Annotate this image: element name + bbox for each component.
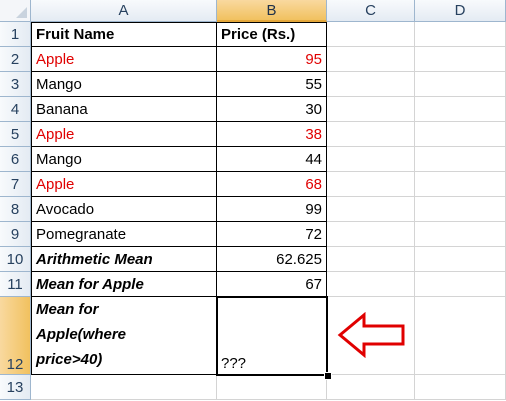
cell-b1[interactable]: Price (Rs.) [217, 22, 327, 47]
row-header-9[interactable]: 9 [0, 222, 31, 247]
cell-c10[interactable] [327, 247, 415, 272]
cell-b3[interactable]: 55 [217, 72, 327, 97]
cell-b11[interactable]: 67 [217, 272, 327, 297]
cell-b7[interactable]: 68 [217, 172, 327, 197]
column-header-a[interactable]: A [31, 0, 217, 22]
row-header-10[interactable]: 10 [0, 247, 31, 272]
cell-b12[interactable]: ??? [217, 297, 327, 375]
cell-d8[interactable] [415, 197, 506, 222]
cell-b9[interactable]: 72 [217, 222, 327, 247]
cell-a10[interactable]: Arithmetic Mean [31, 247, 217, 272]
cell-d5[interactable] [415, 122, 506, 147]
cell-b8[interactable]: 99 [217, 197, 327, 222]
cell-d9[interactable] [415, 222, 506, 247]
cell-d13[interactable] [415, 375, 506, 400]
cell-b5[interactable]: 38 [217, 122, 327, 147]
cell-d10[interactable] [415, 247, 506, 272]
row-header-1[interactable]: 1 [0, 22, 31, 47]
cell-a11[interactable]: Mean for Apple [31, 272, 217, 297]
column-header-d[interactable]: D [415, 0, 506, 22]
cell-c13[interactable] [327, 375, 415, 400]
row-header-2[interactable]: 2 [0, 47, 31, 72]
fill-handle[interactable] [324, 372, 332, 380]
row-header-13[interactable]: 13 [0, 375, 31, 400]
cell-c1[interactable] [327, 22, 415, 47]
cell-d11[interactable] [415, 272, 506, 297]
row-header-8[interactable]: 8 [0, 197, 31, 222]
cell-c4[interactable] [327, 97, 415, 122]
cell-a1[interactable]: Fruit Name [31, 22, 217, 47]
cell-a12[interactable]: Mean for Apple(where price>40) [31, 297, 217, 375]
row-header-6[interactable]: 6 [0, 147, 31, 172]
cell-d4[interactable] [415, 97, 506, 122]
cell-c9[interactable] [327, 222, 415, 247]
column-header-b[interactable]: B [217, 0, 327, 22]
cell-a8[interactable]: Avocado [31, 197, 217, 222]
cell-c8[interactable] [327, 197, 415, 222]
cell-d7[interactable] [415, 172, 506, 197]
select-all-corner[interactable] [0, 0, 31, 22]
cell-a2[interactable]: Apple [31, 47, 217, 72]
cell-b13[interactable] [217, 375, 327, 400]
row-header-4[interactable]: 4 [0, 97, 31, 122]
cell-d6[interactable] [415, 147, 506, 172]
cell-a13[interactable] [31, 375, 217, 400]
cell-a4[interactable]: Banana [31, 97, 217, 122]
cell-c6[interactable] [327, 147, 415, 172]
cell-b10[interactable]: 62.625 [217, 247, 327, 272]
cell-c2[interactable] [327, 47, 415, 72]
cell-d2[interactable] [415, 47, 506, 72]
cell-c7[interactable] [327, 172, 415, 197]
cell-a3[interactable]: Mango [31, 72, 217, 97]
select-all-triangle-icon [16, 7, 27, 18]
cell-a9[interactable]: Pomegranate [31, 222, 217, 247]
cell-c5[interactable] [327, 122, 415, 147]
row-header-12[interactable]: 12 [0, 297, 31, 375]
cell-b4[interactable]: 30 [217, 97, 327, 122]
cell-c3[interactable] [327, 72, 415, 97]
row-header-7[interactable]: 7 [0, 172, 31, 197]
cell-d12[interactable] [415, 297, 506, 375]
row-header-5[interactable]: 5 [0, 122, 31, 147]
cell-d3[interactable] [415, 72, 506, 97]
row-header-11[interactable]: 11 [0, 272, 31, 297]
cell-b2[interactable]: 95 [217, 47, 327, 72]
row-header-3[interactable]: 3 [0, 72, 31, 97]
cell-c11[interactable] [327, 272, 415, 297]
column-header-c[interactable]: C [327, 0, 415, 22]
cell-a7[interactable]: Apple [31, 172, 217, 197]
red-arrow-icon [337, 312, 405, 358]
cell-a5[interactable]: Apple [31, 122, 217, 147]
cell-d1[interactable] [415, 22, 506, 47]
cell-b6[interactable]: 44 [217, 147, 327, 172]
cell-a6[interactable]: Mango [31, 147, 217, 172]
